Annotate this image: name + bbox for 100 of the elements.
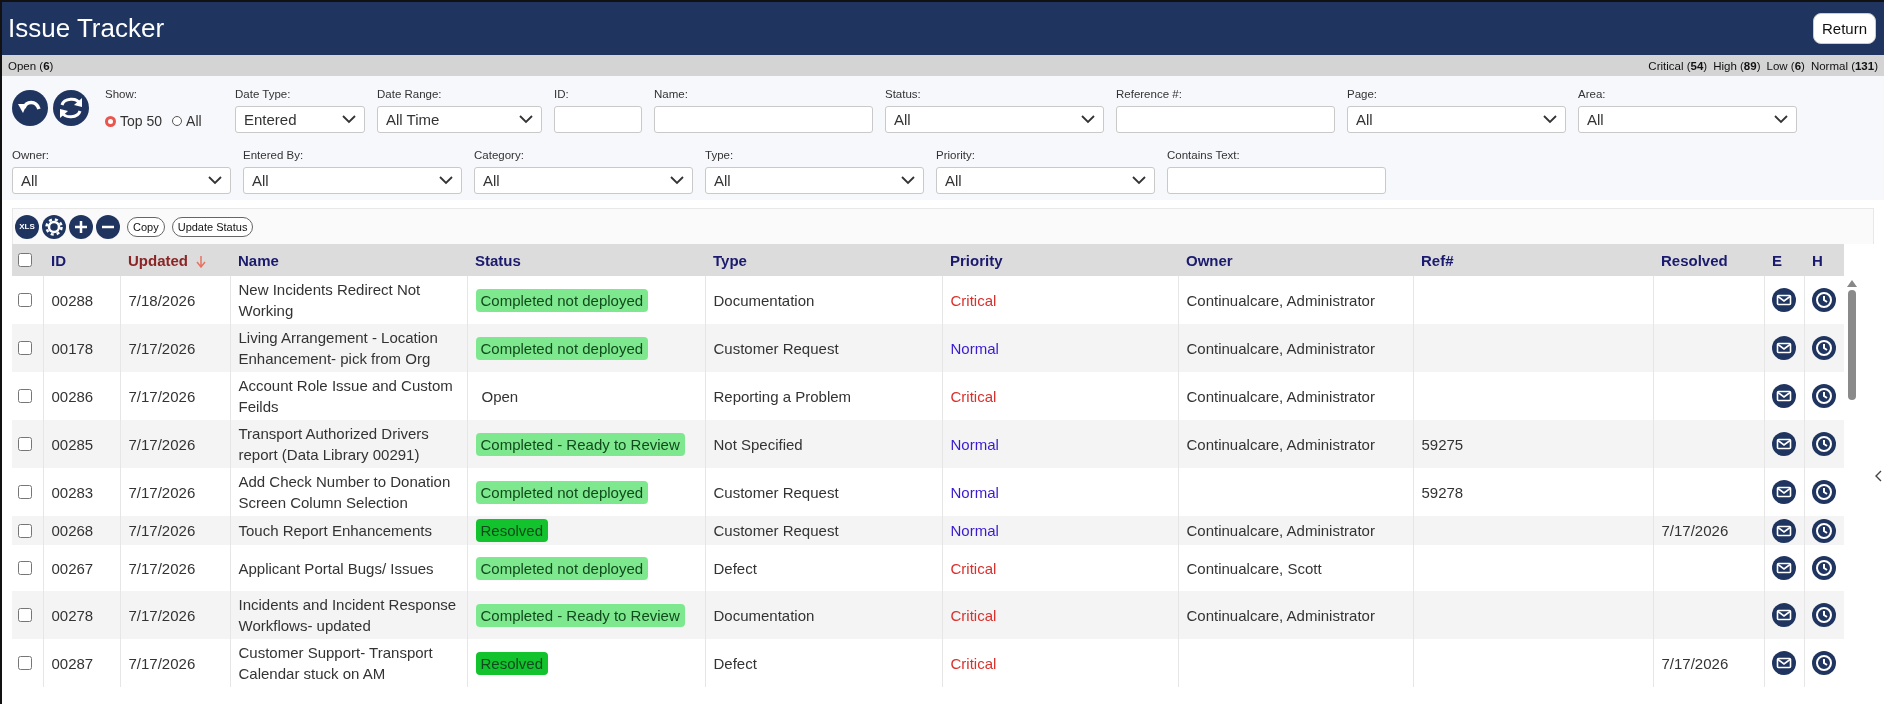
- dropdown[interactable]: All: [705, 167, 924, 194]
- issue-type: Defect: [713, 654, 757, 672]
- chevron-down-icon: [1774, 115, 1788, 124]
- checkbox[interactable]: [18, 437, 32, 451]
- radio-button[interactable]: [105, 115, 116, 127]
- clock-icon[interactable]: [1812, 432, 1837, 456]
- clock-icon[interactable]: [1812, 480, 1837, 504]
- return-button[interactable]: Return: [1812, 13, 1876, 44]
- dropdown[interactable]: All: [12, 167, 231, 194]
- input-field[interactable]: [1116, 106, 1335, 133]
- email-icon[interactable]: [1772, 603, 1796, 627]
- field-label: Page:: [1347, 88, 1379, 102]
- clock-icon[interactable]: [1812, 603, 1837, 627]
- checkbox[interactable]: [18, 485, 32, 499]
- checkbox[interactable]: [18, 341, 32, 355]
- clock-icon[interactable]: [1812, 336, 1837, 360]
- checkbox[interactable]: [18, 561, 32, 575]
- column-header[interactable]: Resolved: [1661, 251, 1728, 269]
- page-title: Issue Tracker: [8, 13, 165, 44]
- issue-id: 00268: [51, 522, 94, 539]
- priority-text: Critical: [950, 606, 997, 624]
- column-header[interactable]: Updated: [128, 251, 188, 269]
- column-header[interactable]: H: [1812, 251, 1823, 269]
- date-text: 7/17/2026: [128, 559, 196, 577]
- checkbox[interactable]: [18, 656, 32, 670]
- email-icon[interactable]: [1772, 384, 1796, 408]
- radio-button[interactable]: [172, 116, 183, 126]
- column-header[interactable]: Type: [713, 251, 747, 269]
- scrollbar-thumb[interactable]: [1848, 290, 1856, 400]
- field-label: Date Type:: [235, 88, 292, 102]
- priority-text: Normal: [950, 339, 999, 357]
- checkbox[interactable]: [18, 293, 32, 307]
- field-label: Type:: [705, 149, 735, 163]
- date-text: 7/17/2026: [1661, 522, 1729, 539]
- clock-icon[interactable]: [1812, 384, 1837, 408]
- email-icon[interactable]: [1772, 288, 1796, 312]
- dropdown[interactable]: All: [1347, 106, 1566, 133]
- email-icon[interactable]: [1772, 432, 1796, 456]
- dropdown[interactable]: All: [936, 167, 1155, 194]
- dropdown[interactable]: All Time: [377, 106, 542, 133]
- toolbar-button[interactable]: Update Status: [171, 216, 254, 237]
- checkbox[interactable]: [18, 389, 32, 403]
- dropdown[interactable]: Entered: [235, 106, 365, 133]
- checkbox[interactable]: [18, 608, 32, 622]
- date-text: 7/17/2026: [128, 483, 196, 501]
- clock-icon[interactable]: [1812, 288, 1837, 312]
- issue-type: Customer Request: [713, 522, 839, 539]
- column-header[interactable]: Ref#: [1421, 251, 1454, 269]
- radio-label: Top 50: [120, 113, 163, 129]
- email-icon[interactable]: [1772, 480, 1796, 504]
- dropdown[interactable]: All: [474, 167, 693, 194]
- status-badge: Completed not deployed: [475, 556, 649, 580]
- status-text: Open: [480, 387, 519, 405]
- priority-text: Normal: [950, 483, 999, 501]
- column-header[interactable]: ID: [51, 251, 66, 269]
- field-label: Status:: [885, 88, 922, 102]
- priority-text: Critical: [950, 559, 997, 577]
- checkbox[interactable]: [18, 253, 32, 267]
- column-header[interactable]: Owner: [1186, 251, 1233, 269]
- export-button[interactable]: XLS: [15, 214, 39, 239]
- status-badge: Resolved: [475, 519, 549, 542]
- email-icon[interactable]: [1772, 518, 1796, 543]
- undo-icon[interactable]: [12, 90, 48, 126]
- issue-id: 00286: [51, 387, 94, 405]
- dropdown[interactable]: All: [1578, 106, 1797, 133]
- email-icon[interactable]: [1772, 336, 1796, 360]
- column-header[interactable]: Priority: [950, 251, 1003, 269]
- email-icon[interactable]: [1772, 556, 1796, 580]
- date-text: 7/17/2026: [128, 606, 196, 624]
- priority-text: Critical: [950, 387, 997, 405]
- column-header[interactable]: Name: [238, 251, 279, 269]
- dropdown[interactable]: All: [885, 106, 1104, 133]
- checkbox[interactable]: [18, 523, 32, 538]
- dropdown[interactable]: All: [243, 167, 462, 194]
- field-label: Contains Text:: [1167, 149, 1241, 163]
- issue-name: Customer Support- Transport Calendar stuck on AM: [238, 644, 433, 682]
- issue-type: Reporting a Problem: [713, 387, 852, 405]
- column-header[interactable]: Status: [475, 251, 521, 269]
- column-header[interactable]: E: [1772, 251, 1782, 269]
- input-field[interactable]: [654, 106, 873, 133]
- field-label: ID:: [554, 88, 570, 102]
- sort-down-icon: [196, 255, 206, 268]
- status-badge: Completed not deployed: [475, 336, 649, 360]
- scroll-up-icon[interactable]: [1847, 280, 1857, 287]
- owner-name: Continualcare, Administrator: [1186, 435, 1375, 453]
- input-field[interactable]: [1167, 167, 1386, 194]
- plus-icon[interactable]: [69, 214, 93, 239]
- clock-icon[interactable]: [1812, 651, 1837, 675]
- clock-icon[interactable]: [1812, 556, 1837, 580]
- toolbar-button[interactable]: Copy: [127, 216, 165, 237]
- minus-icon[interactable]: [96, 214, 120, 239]
- owner-name: Continualcare, Administrator: [1186, 339, 1375, 357]
- issue-id: 00283: [51, 483, 94, 501]
- email-icon[interactable]: [1772, 651, 1796, 675]
- input-field[interactable]: [554, 106, 642, 133]
- radio-label: All: [186, 113, 202, 129]
- refresh-icon[interactable]: [53, 90, 89, 126]
- settings-icon[interactable]: [42, 214, 66, 239]
- chevron-down-icon: [901, 176, 915, 185]
- clock-icon[interactable]: [1812, 518, 1837, 543]
